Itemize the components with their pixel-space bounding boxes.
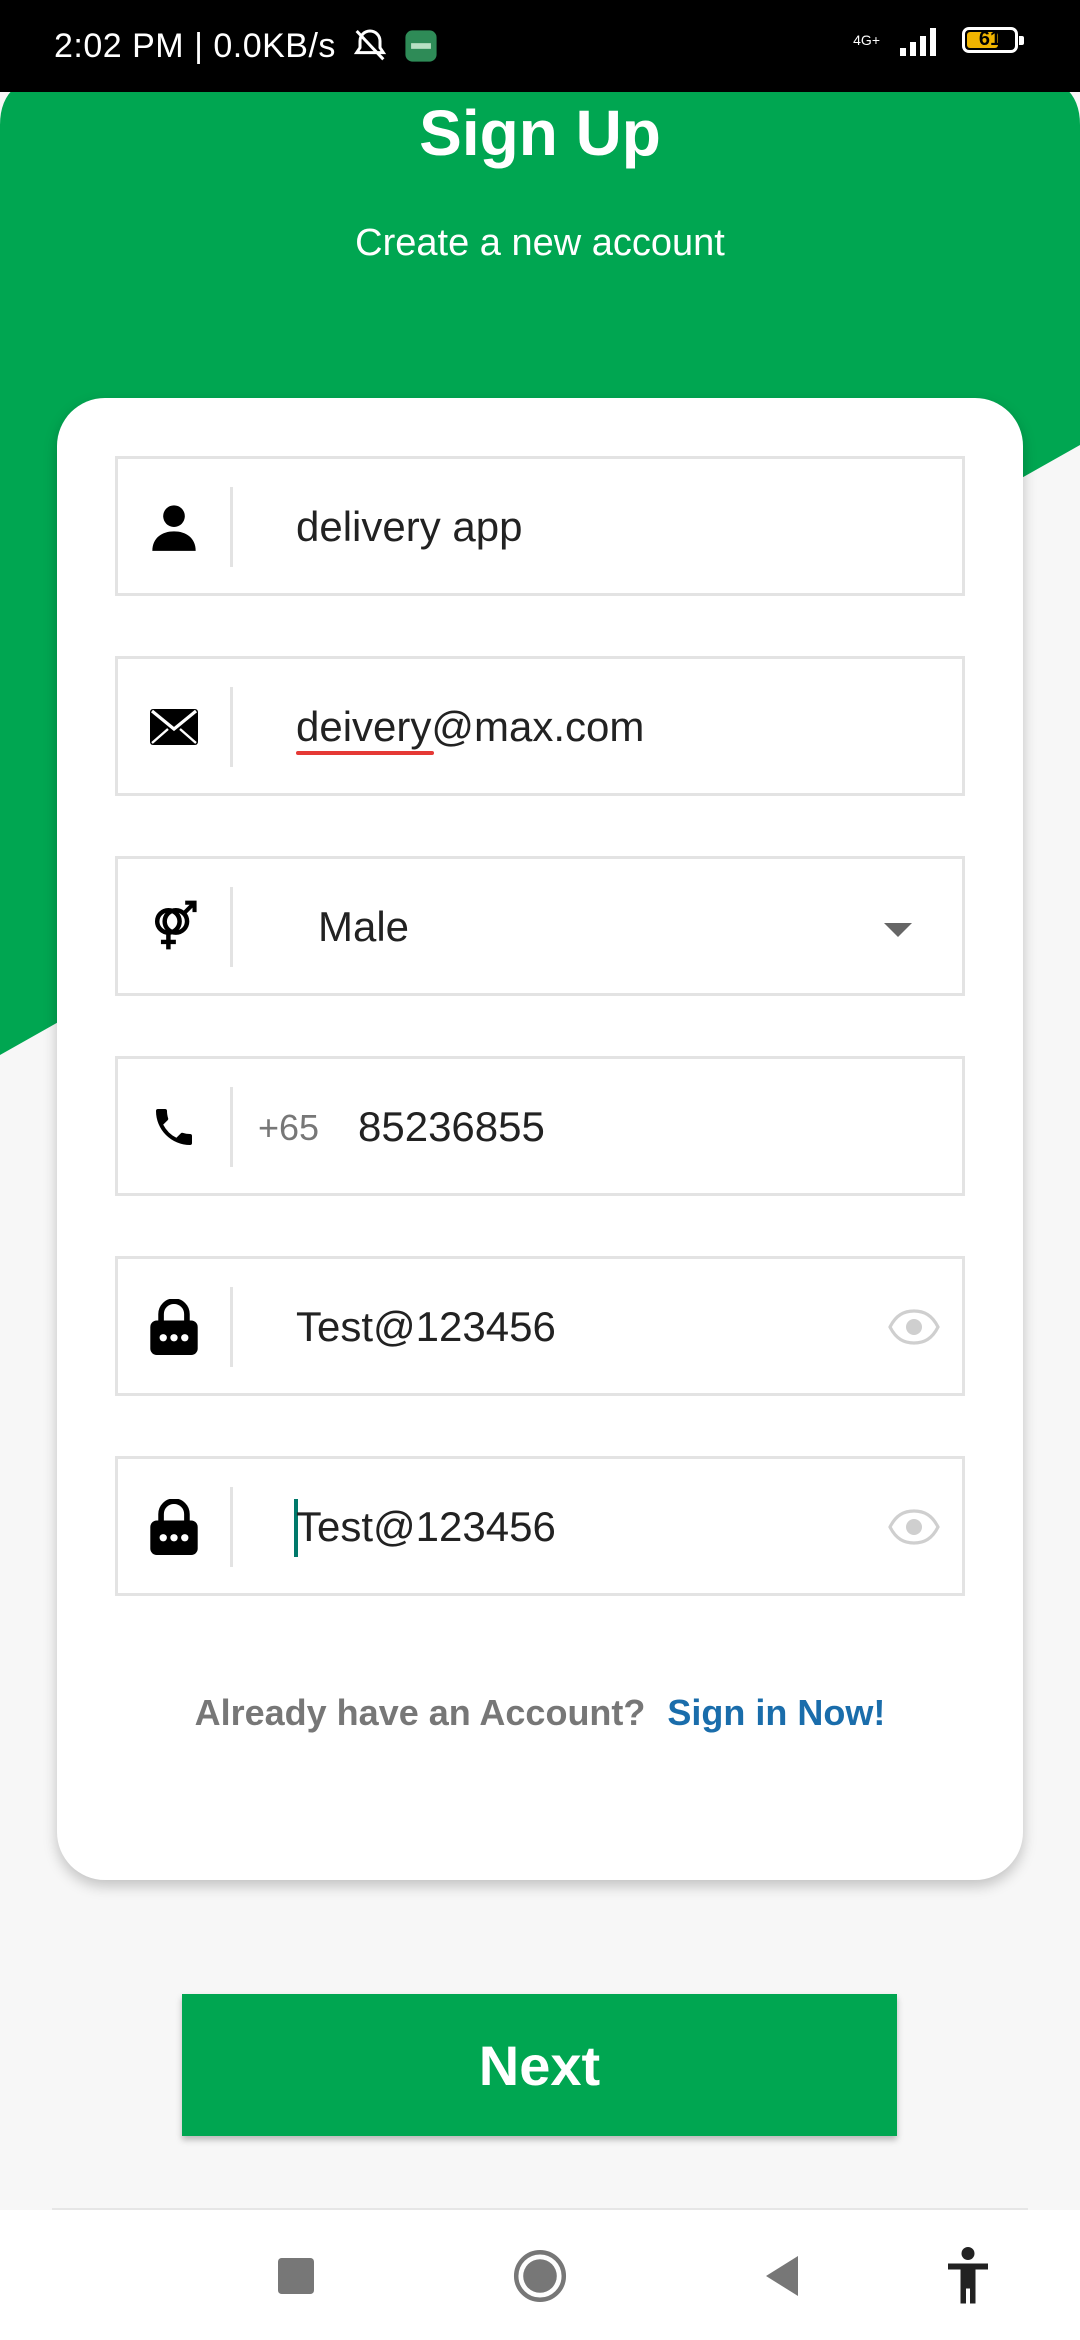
field-divider [230,487,233,567]
eye-icon[interactable] [888,1509,940,1545]
field-divider [230,687,233,767]
recents-button[interactable] [266,2246,326,2306]
person-icon [146,499,202,555]
country-code[interactable]: +65 [258,1107,319,1149]
spellcheck-underline [296,751,434,755]
status-time: 2:02 PM | 0.0KB/s [54,26,336,65]
battery-level: 61 [978,28,1002,50]
password-field[interactable]: Test@123456 [115,1256,965,1396]
gender-select[interactable]: Male [318,903,409,951]
status-right: 4G+ 61 [853,24,1024,56]
back-button[interactable] [752,2246,812,2306]
home-button[interactable] [510,2246,570,2306]
email-field[interactable]: deivery@max.com [115,656,965,796]
lock-icon [146,1499,202,1555]
signin-prompt: Already have an Account? Sign in Now! [57,1692,1023,1734]
mail-icon [146,699,202,755]
gender-icon [146,899,202,955]
field-divider [230,1287,233,1367]
status-left: 2:02 PM | 0.0KB/s [54,26,438,66]
confirm-password-input[interactable]: Test@123456 [296,1503,556,1551]
battery-icon: 61 [962,27,1024,53]
field-divider [230,887,233,967]
status-bar: 2:02 PM | 0.0KB/s 4G+ 61 [0,0,1080,92]
accessibility-button[interactable] [938,2246,998,2306]
gender-dropdown[interactable]: Male [115,856,965,996]
password-input[interactable]: Test@123456 [296,1303,556,1351]
accessibility-icon [948,2247,988,2304]
muted-bell-icon [353,29,387,61]
app-notification-icon [405,30,437,62]
signin-link[interactable]: Sign in Now! [667,1692,885,1733]
name-field[interactable]: delivery app [115,456,965,596]
lock-icon [146,1299,202,1355]
name-input[interactable]: delivery app [296,503,522,551]
next-button[interactable]: Next [182,1994,897,2136]
square-icon [278,2258,314,2294]
field-divider [230,1087,233,1167]
signup-card: delivery app deivery@max.com Male +65 85… [57,398,1023,1880]
chevron-down-icon[interactable] [884,923,912,937]
field-divider [230,1487,233,1567]
phone-input[interactable]: 85236855 [358,1103,545,1151]
home-circle-icon [513,2249,567,2303]
network-type-label: 4G+ [853,32,880,48]
eye-icon[interactable] [888,1309,940,1345]
signal-icon [900,28,936,56]
already-account-label: Already have an Account? [194,1692,646,1733]
back-triangle-icon [766,2256,798,2296]
page-subtitle: Create a new account [355,222,725,264]
email-input[interactable]: deivery@max.com [296,703,644,751]
confirm-password-field[interactable]: Test@123456 [115,1456,965,1596]
page-title: Sign Up [419,97,661,169]
phone-field[interactable]: +65 85236855 [115,1056,965,1196]
phone-icon [146,1099,202,1155]
system-nav-bar [0,2210,1080,2340]
